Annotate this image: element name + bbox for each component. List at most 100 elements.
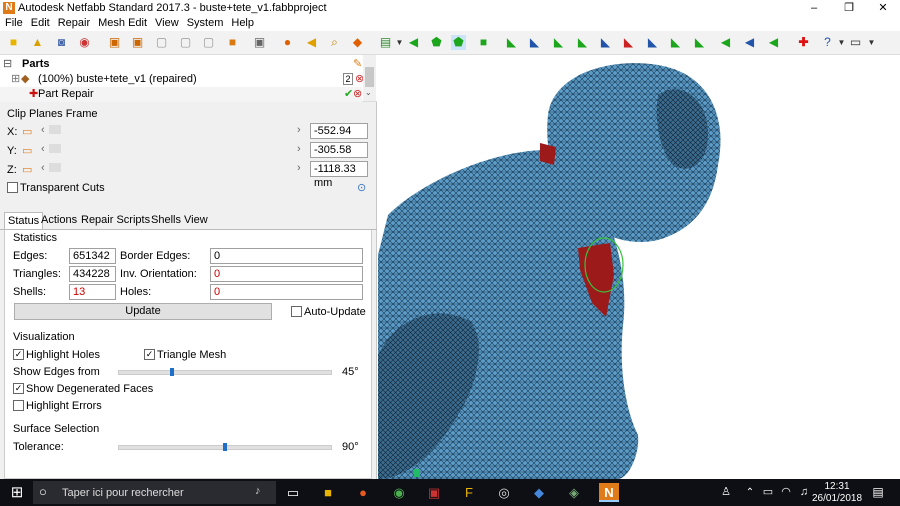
clip-z-slider[interactable] — [49, 163, 61, 172]
clip-x-right-icon[interactable]: › — [297, 123, 301, 137]
transparent-cuts-checkbox[interactable] — [7, 182, 18, 193]
show-degenerated-checkbox[interactable]: ✓ — [13, 383, 24, 394]
edges-slider-thumb[interactable] — [169, 368, 174, 376]
repair-tool-7-icon[interactable]: ◣ — [645, 35, 660, 50]
tab-shells[interactable]: Shells — [148, 212, 184, 229]
volume-icon[interactable]: ♫ — [794, 483, 814, 502]
app-icon-5[interactable]: ◈ — [564, 483, 584, 502]
arrow-left-icon[interactable]: ◀ — [304, 35, 319, 50]
menu-file[interactable]: File — [0, 16, 26, 31]
clip-y-slider[interactable] — [49, 144, 61, 153]
tree-row-parts[interactable]: ⊟ Parts ✎ — [0, 57, 362, 72]
add-part-icon[interactable]: ▲ — [30, 35, 45, 50]
cube-right-icon[interactable]: ▢ — [178, 35, 193, 50]
task-view-icon[interactable]: ▭ — [283, 483, 303, 502]
cube-left-icon[interactable]: ▢ — [154, 35, 169, 50]
clip-y-toggle-icon[interactable]: ▭ — [22, 144, 32, 158]
select-triangle-icon[interactable]: ◀ — [406, 35, 421, 50]
clip-x-input[interactable]: -552.94 mm — [310, 123, 368, 151]
tab-actions[interactable]: Actions — [38, 212, 80, 229]
tree-row-repair[interactable]: ✚ Part Repair ✔ ⊗ — [0, 87, 362, 102]
microphone-icon[interactable]: ♪ — [255, 485, 261, 497]
chevron-down-2-icon[interactable]: ▼ — [834, 35, 849, 50]
app-icon-3[interactable]: ◎ — [494, 483, 514, 502]
search-box[interactable]: ○ Taper ici pour rechercher ♪ — [33, 481, 276, 504]
tree-scrollbar[interactable]: ⌄ — [363, 55, 376, 101]
add-red-icon[interactable]: ✚ — [796, 35, 811, 50]
repair-tool-8-icon[interactable]: ◣ — [668, 35, 683, 50]
highlight-errors-checkbox[interactable] — [13, 400, 24, 411]
cube-bottom-icon[interactable]: ■ — [225, 35, 240, 50]
clip-z-left-icon[interactable]: ‹ — [41, 161, 45, 175]
tolerance-slider-thumb[interactable] — [223, 443, 227, 451]
view-3d-icon[interactable]: ▣ — [252, 35, 267, 50]
abc-icon[interactable]: ▭ — [848, 35, 863, 50]
3d-viewport[interactable] — [378, 55, 900, 479]
menu-system[interactable]: System — [182, 16, 227, 31]
tab-repair-scripts[interactable]: Repair Scripts — [78, 212, 153, 229]
repair-tool-4-icon[interactable]: ◣ — [575, 35, 590, 50]
repair-tool-5-icon[interactable]: ◣ — [598, 35, 613, 50]
minimize-button[interactable]: – — [797, 0, 831, 16]
arrow-left-4-icon[interactable]: ◀ — [766, 35, 781, 50]
export-icon[interactable]: ◉ — [77, 35, 92, 50]
expand-icon[interactable]: ⊞ — [11, 72, 20, 87]
clip-y-left-icon[interactable]: ‹ — [41, 142, 45, 156]
windows-start-icon[interactable]: ⊞ — [7, 483, 27, 502]
open-folder-icon[interactable]: ■ — [6, 35, 21, 50]
cube-top-icon[interactable]: ▢ — [201, 35, 216, 50]
clip-y-input[interactable]: -305.58 mm — [310, 142, 368, 170]
settings-icon[interactable]: ◆ — [350, 35, 365, 50]
notifications-icon[interactable]: ▤ — [868, 483, 888, 502]
parts-tool-icon[interactable]: ✎ — [353, 57, 362, 72]
scroll-down-icon[interactable]: ⌄ — [365, 88, 372, 97]
clip-z-right-icon[interactable]: › — [297, 161, 301, 175]
collapse-icon[interactable]: ⊟ — [3, 57, 12, 72]
chevron-down-3-icon[interactable]: ▼ — [864, 35, 879, 50]
cube-front-icon[interactable]: ▣ — [107, 35, 122, 50]
battery-icon[interactable]: ▭ — [758, 483, 778, 502]
repair-tool-9-icon[interactable]: ◣ — [692, 35, 707, 50]
highlight-holes-checkbox[interactable]: ✓ — [13, 349, 24, 360]
select-mode-icon[interactable]: ▤ — [378, 35, 393, 50]
menu-repair[interactable]: Repair — [53, 16, 93, 31]
tray-chevron-icon[interactable]: ⌃ — [740, 483, 760, 502]
edges-slider[interactable] — [118, 370, 332, 375]
arrow-left-2-icon[interactable]: ◀ — [718, 35, 733, 50]
tree-scroll-thumb[interactable] — [365, 67, 374, 87]
repair-tool-3-icon[interactable]: ◣ — [551, 35, 566, 50]
help-icon[interactable]: ? — [820, 35, 835, 50]
app-icon-1[interactable]: ▣ — [424, 483, 444, 502]
select-shell-icon[interactable]: ⬟ — [451, 35, 466, 50]
update-button[interactable]: Update — [14, 303, 272, 320]
menu-mesh-edit[interactable]: Mesh Edit — [93, 16, 150, 31]
clip-z-input[interactable]: -1118.33 mm — [310, 161, 368, 189]
select-surface-icon[interactable]: ⬟ — [429, 35, 444, 50]
clip-x-left-icon[interactable]: ‹ — [41, 123, 45, 137]
menu-edit[interactable]: Edit — [26, 16, 53, 31]
chevron-down-icon[interactable]: ▼ — [392, 35, 407, 50]
cube-back-icon[interactable]: ▣ — [130, 35, 145, 50]
chrome-icon[interactable]: ◉ — [389, 483, 409, 502]
sphere-icon[interactable]: ● — [280, 35, 295, 50]
zoom-icon[interactable]: ⌕ — [327, 35, 342, 50]
app-icon-4[interactable]: ◆ — [529, 483, 549, 502]
tree-row-part[interactable]: ⊞ ◆ (100%) buste+tete_v1 (repaired) 2 ⊗ — [0, 72, 364, 87]
repair-close-icon[interactable]: ⊗ — [353, 87, 362, 102]
clock[interactable]: 12:31 26/01/2018 — [812, 481, 862, 505]
triangle-mesh-checkbox[interactable]: ✓ — [144, 349, 155, 360]
maximize-button[interactable]: ❐ — [832, 0, 866, 16]
auto-update-checkbox[interactable] — [291, 306, 302, 317]
clip-z-toggle-icon[interactable]: ▭ — [22, 163, 32, 177]
app-icon-2[interactable]: F — [459, 483, 479, 502]
people-icon[interactable]: ♙ — [716, 483, 736, 502]
select-all-icon[interactable]: ■ — [476, 35, 491, 50]
close-button[interactable]: ✕ — [866, 0, 900, 16]
menu-view[interactable]: View — [150, 16, 182, 31]
menu-help[interactable]: Help — [226, 16, 257, 31]
arrow-left-3-icon[interactable]: ◀ — [742, 35, 757, 50]
tab-view[interactable]: View — [181, 212, 211, 229]
firefox-icon[interactable]: ● — [353, 483, 373, 502]
repair-tool-6-icon[interactable]: ◣ — [621, 35, 636, 50]
clip-x-slider[interactable] — [49, 125, 61, 134]
